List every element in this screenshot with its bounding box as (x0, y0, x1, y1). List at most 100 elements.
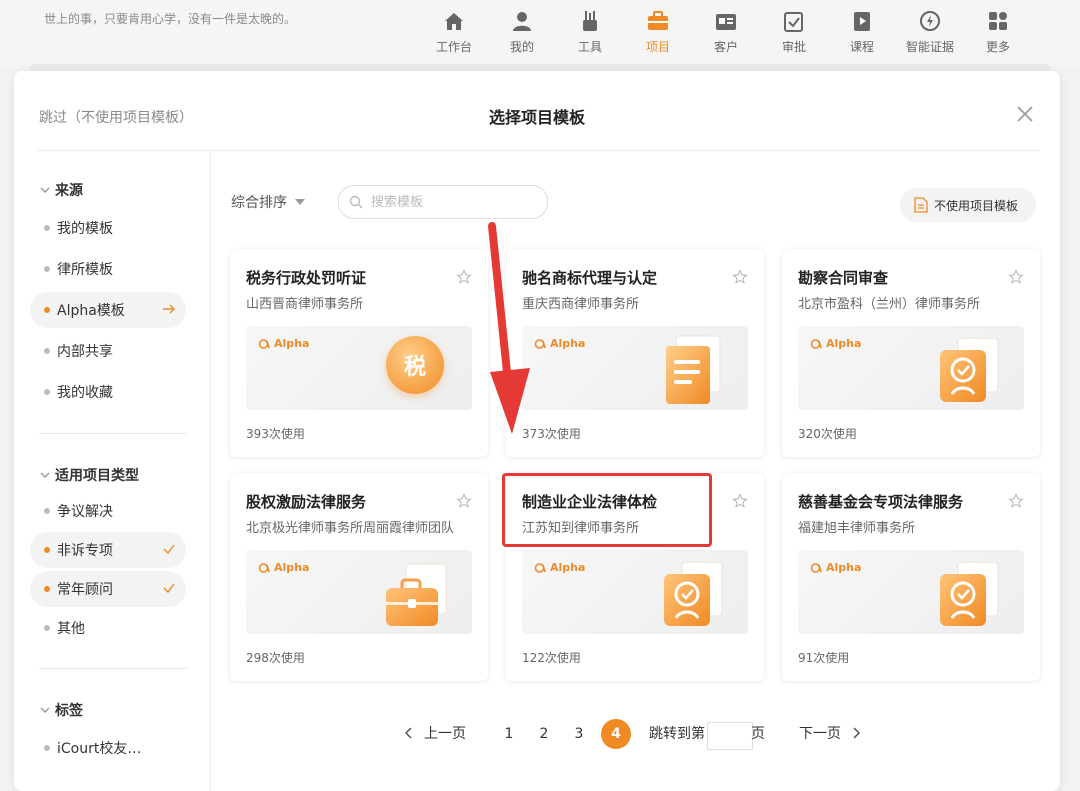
bullet-dot (44, 745, 50, 751)
sort-dropdown[interactable]: 综合排序 (231, 192, 305, 212)
sidebar-item-firm-templates[interactable]: 律所模板 (30, 251, 186, 287)
type-section-header[interactable]: 适用项目类型 (39, 465, 139, 485)
sidebar-item-label: 其他 (57, 621, 85, 637)
bullet-dot (44, 389, 50, 395)
card-usage: 298次使用 (246, 651, 305, 665)
chevron-right-icon (853, 727, 861, 739)
sidebar-item-my-templates[interactable]: 我的模板 (30, 210, 186, 246)
sidebar-item-internal-shared[interactable]: 内部共享 (30, 333, 186, 369)
page-1-button[interactable]: 1 (494, 718, 524, 750)
card-firm: 北京极光律师事务所周丽霞律师团队 (246, 521, 455, 536)
star-icon[interactable] (1008, 269, 1024, 285)
nav-label: 更多 (985, 40, 1010, 54)
source-section-header[interactable]: 来源 (39, 180, 83, 200)
nav-label: 审批 (781, 40, 806, 54)
chevron-down-icon (40, 472, 50, 478)
sidebar-item-label: 内部共享 (57, 344, 113, 360)
template-card[interactable]: 制造业企业法律体检 江苏知到律师事务所 Alpha 122次使用 (506, 473, 764, 681)
nav-more[interactable]: 更多 (964, 6, 1032, 64)
card-title: 税务行政处罚听证 (246, 269, 367, 287)
star-icon[interactable] (732, 269, 748, 285)
next-page-button[interactable]: 下一页 (799, 718, 861, 750)
nav-clients[interactable]: 客户 (692, 6, 760, 64)
bullet-dot (44, 508, 50, 514)
nav-approval[interactable]: 审批 (760, 6, 828, 64)
motto-text: 世上的事，只要肯用心学，没有一件是太晚的。 (44, 12, 297, 26)
bullet-dot (44, 586, 50, 592)
nav-courses[interactable]: 课程 (828, 6, 896, 64)
alpha-label: Alpha (826, 337, 862, 350)
section-title: 来源 (55, 183, 83, 199)
sidebar-item-tag[interactable]: iCourt校友… (30, 730, 186, 766)
check-icon (163, 583, 175, 594)
certificate-icon (664, 561, 723, 626)
grid-more-icon (989, 12, 1007, 30)
nav-tools[interactable]: 工具 (556, 6, 624, 64)
alpha-logo-icon (534, 562, 546, 573)
no-template-button[interactable]: 不使用项目模板 (900, 188, 1036, 222)
template-card[interactable]: 股权激励法律服务 北京极光律师事务所周丽霞律师团队 Alpha 298次使用 (230, 473, 488, 681)
bullet-dot (44, 307, 50, 313)
nav-workbench[interactable]: 工作台 (420, 6, 488, 64)
tax-glyph: 税 (403, 355, 426, 380)
card-firm: 江苏知到律师事务所 (522, 521, 640, 536)
alpha-label: Alpha (550, 561, 586, 574)
sidebar-item-retainer[interactable]: 常年顾问 (30, 571, 186, 607)
chevron-down-icon (40, 707, 50, 713)
alpha-label: Alpha (274, 561, 310, 574)
nav-label: 我的 (509, 40, 534, 54)
page-3-button[interactable]: 3 (564, 718, 594, 750)
home-icon (445, 13, 463, 30)
search-box[interactable] (338, 185, 548, 219)
alpha-logo-icon (810, 338, 822, 349)
alpha-label: Alpha (550, 337, 586, 350)
nav-mine[interactable]: 我的 (488, 6, 556, 64)
sidebar-item-label: 争议解决 (57, 504, 113, 520)
close-icon[interactable] (1016, 105, 1034, 123)
alpha-badge: Alpha (810, 561, 861, 574)
star-icon[interactable] (456, 269, 472, 285)
sidebar-item-favorites[interactable]: 我的收藏 (30, 374, 186, 410)
template-card[interactable]: 税务行政处罚听证 山西晋商律师事务所 Alpha 税 393次使用 (230, 249, 488, 457)
sidebar-item-label: 非诉专项 (57, 543, 113, 559)
no-template-label: 不使用项目模板 (934, 198, 1019, 213)
template-card[interactable]: 勘察合同审查 北京市盈科（兰州）律师事务所 Alpha 320次使用 (782, 249, 1040, 457)
check-icon (163, 544, 175, 555)
template-modal: 跳过（不使用项目模板） 选择项目模板 来源 我的模板 律所模板 Alpha模板 … (14, 71, 1060, 791)
star-icon[interactable] (456, 493, 472, 509)
card-firm: 重庆西商律师事务所 (522, 297, 640, 312)
template-card[interactable]: 驰名商标代理与认定 重庆西商律师事务所 Alpha 373次使用 (506, 249, 764, 457)
certificate-icon (940, 337, 999, 402)
sidebar-item-label: Alpha模板 (57, 303, 125, 319)
alpha-badge: Alpha (258, 561, 309, 574)
sidebar-item-non-litigation[interactable]: 非诉专项 (30, 532, 186, 568)
sidebar-divider (210, 151, 211, 791)
star-icon[interactable] (1008, 493, 1024, 509)
prev-label: 上一页 (424, 726, 466, 742)
nav-projects[interactable]: 项目 (624, 6, 693, 67)
sidebar-item-other[interactable]: 其他 (30, 610, 186, 646)
prev-page-button[interactable]: 上一页 (404, 718, 466, 750)
sidebar-item-label: 我的模板 (57, 221, 113, 237)
template-card[interactable]: 慈善基金会专项法律服务 福建旭丰律师事务所 Alpha 91次使用 (782, 473, 1040, 681)
card-usage: 122次使用 (522, 651, 581, 665)
briefcase-icon (648, 11, 668, 30)
chevron-left-icon (404, 727, 412, 739)
top-bar: 世上的事，只要肯用心学，没有一件是太晚的。 工作台 我的 工具 项目 客户 审批 (0, 0, 1080, 67)
sidebar-item-dispute[interactable]: 争议解决 (30, 493, 186, 529)
sidebar-item-label: 律所模板 (57, 262, 113, 278)
page-4-button-current[interactable]: 4 (601, 719, 631, 749)
bullet-dot (44, 266, 50, 272)
card-usage: 91次使用 (798, 651, 850, 665)
tag-section-header[interactable]: 标签 (39, 700, 83, 720)
page-2-button[interactable]: 2 (529, 718, 559, 750)
nav-evidence[interactable]: 智能证据 (896, 6, 964, 64)
certificate-icon (940, 561, 999, 626)
tools-icon (583, 11, 597, 31)
star-icon[interactable] (732, 493, 748, 509)
page-jump-input[interactable] (707, 722, 753, 750)
sidebar-item-alpha-templates[interactable]: Alpha模板 (30, 292, 186, 328)
search-input[interactable] (369, 193, 533, 211)
sidebar-separator (39, 668, 187, 669)
bullet-dot (44, 348, 50, 354)
